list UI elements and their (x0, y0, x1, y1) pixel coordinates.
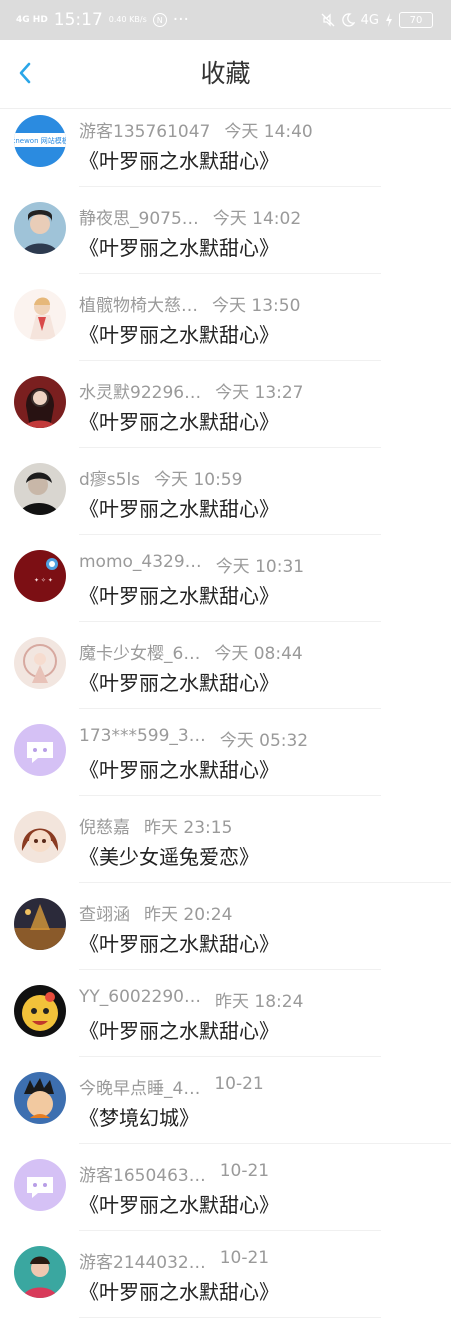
user-name: 173***599_3… (79, 726, 206, 746)
user-name: d瘳s5ls (79, 470, 141, 490)
signal-indicator: 4G HD (16, 14, 48, 25)
list-item[interactable]: 魔卡少女樱_6… 今天 08:44 《叶罗丽之水默甜心》 (0, 621, 451, 709)
list-item[interactable]: 游客2144032… 10-21 《叶罗丽之水默甜心》 (0, 1230, 451, 1318)
book-title: 《梦境幻城》 (79, 1106, 199, 1130)
timestamp: 昨天 20:24 (144, 905, 233, 925)
cell-signal-icon: 4G (360, 12, 379, 28)
user-name: momo_4329… (79, 552, 202, 572)
avatar (14, 289, 66, 341)
book-title: 《叶罗丽之水默甜心》 (79, 1193, 279, 1217)
list-item[interactable]: 今晚早点睡_4… 10-21 《梦境幻城》 (0, 1056, 451, 1144)
list-item[interactable]: knewon 网站模板 游客135761047 今天 14:40 《叶罗丽之水默甜… (0, 99, 451, 187)
book-title: 《叶罗丽之水默甜心》 (79, 149, 279, 173)
book-title: 《叶罗丽之水默甜心》 (79, 236, 279, 260)
list-item[interactable]: 植髋物椅大慈… 今天 13:50 《叶罗丽之水默甜心》 (0, 273, 451, 361)
timestamp: 10-21 (219, 1248, 270, 1268)
user-name: YY_6002290… (79, 987, 201, 1007)
notification-badge-icon: N (152, 13, 167, 27)
avatar (14, 202, 66, 254)
user-name: 游客135761047 (79, 122, 211, 142)
avatar (14, 724, 66, 776)
user-name: 查翊涵 (79, 905, 130, 925)
user-name: 今晚早点睡_4… (79, 1079, 201, 1099)
avatar (14, 376, 66, 428)
book-title: 《叶罗丽之水默甜心》 (79, 497, 279, 521)
book-title: 《叶罗丽之水默甜心》 (79, 1019, 279, 1043)
user-name: 植髋物椅大慈… (79, 296, 198, 316)
timestamp: 今天 08:44 (214, 644, 303, 664)
favorites-list: knewon 网站模板 游客135761047 今天 14:40 《叶罗丽之水默甜… (0, 99, 451, 1318)
avatar: ✦ ✧ ✦ (14, 550, 66, 602)
list-item[interactable]: 查翊涵 昨天 20:24 《叶罗丽之水默甜心》 (0, 882, 451, 970)
mute-icon (321, 13, 335, 27)
svg-text:✦ ✧ ✦: ✦ ✧ ✦ (34, 577, 53, 584)
avatar (14, 637, 66, 689)
list-item[interactable]: 倪慈嘉 昨天 23:15 《美少女遥兔爱恋》 (0, 795, 451, 883)
book-title: 《叶罗丽之水默甜心》 (79, 1280, 279, 1304)
timestamp: 今天 14:40 (224, 122, 313, 142)
list-item[interactable]: YY_6002290… 昨天 18:24 《叶罗丽之水默甜心》 (0, 969, 451, 1057)
charging-icon (386, 13, 392, 27)
more-icon: ··· (172, 10, 189, 30)
avatar (14, 1159, 66, 1211)
battery-level: 70 (409, 14, 423, 26)
user-name: 游客2144032… (79, 1253, 206, 1273)
timestamp: 今天 10:59 (154, 470, 243, 490)
book-title: 《叶罗丽之水默甜心》 (79, 410, 279, 434)
book-title: 《叶罗丽之水默甜心》 (79, 671, 279, 695)
avatar (14, 1246, 66, 1298)
status-bar: 4G HD 15:17 0.40 KB/s N ··· 4G 70 (0, 0, 451, 40)
list-item[interactable]: 173***599_3… 今天 05:32 《叶罗丽之水默甜心》 (0, 708, 451, 796)
clock: 15:17 (53, 10, 103, 30)
page-title: 收藏 (200, 59, 251, 88)
book-title: 《叶罗丽之水默甜心》 (79, 584, 279, 608)
avatar: knewon 网站模板 (14, 115, 66, 167)
timestamp: 昨天 18:24 (214, 992, 304, 1012)
timestamp: 今天 14:02 (212, 209, 302, 229)
battery-icon: 70 (399, 12, 433, 28)
timestamp: 10-21 (214, 1074, 264, 1094)
network-speed: 0.40 KB/s (108, 15, 147, 24)
avatar-logo-text: knewon 网站模板 (14, 136, 66, 145)
list-item[interactable]: 静夜思_9075… 今天 14:02 《叶罗丽之水默甜心》 (0, 186, 451, 274)
avatar (14, 985, 66, 1037)
timestamp: 10-21 (219, 1161, 270, 1181)
user-name: 倪慈嘉 (79, 818, 130, 838)
timestamp: 今天 05:32 (219, 731, 309, 751)
user-name: 静夜思_9075… (79, 209, 199, 229)
book-title: 《叶罗丽之水默甜心》 (79, 758, 279, 782)
list-item[interactable]: ✦ ✧ ✦ momo_4329… 今天 10:31 《叶罗丽之水默甜心》 (0, 534, 451, 622)
timestamp: 今天 10:31 (215, 557, 305, 577)
avatar (14, 463, 66, 515)
user-name: 魔卡少女樱_6… (79, 644, 201, 664)
avatar (14, 898, 66, 950)
user-name: 水灵默92296… (79, 383, 202, 403)
list-item[interactable]: 水灵默92296… 今天 13:27 《叶罗丽之水默甜心》 (0, 360, 451, 448)
timestamp: 昨天 23:15 (144, 818, 233, 838)
timestamp: 今天 13:27 (215, 383, 304, 403)
book-title: 《叶罗丽之水默甜心》 (79, 323, 279, 347)
moon-icon (341, 13, 355, 27)
book-title: 《美少女遥兔爱恋》 (79, 845, 259, 869)
user-name: 游客1650463… (79, 1166, 206, 1186)
avatar (14, 1072, 66, 1124)
timestamp: 今天 13:50 (212, 296, 301, 316)
list-item[interactable]: 游客1650463… 10-21 《叶罗丽之水默甜心》 (0, 1143, 451, 1231)
book-title: 《叶罗丽之水默甜心》 (79, 932, 279, 956)
list-item[interactable]: d瘳s5ls 今天 10:59 《叶罗丽之水默甜心》 (0, 447, 451, 535)
avatar (14, 811, 66, 863)
